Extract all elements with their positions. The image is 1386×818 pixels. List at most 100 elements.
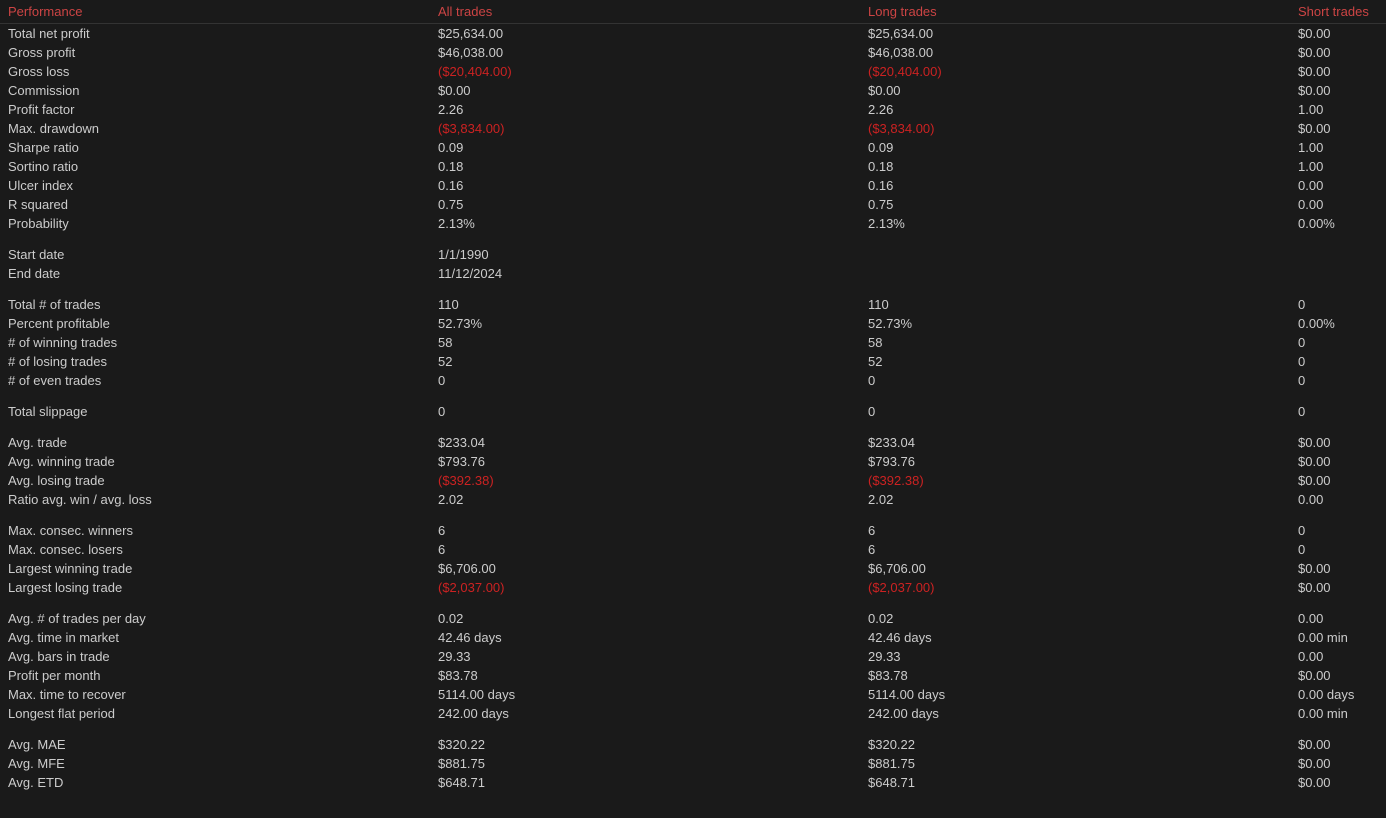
row-label: Avg. winning trade [0, 452, 430, 471]
row-short-value: 1.00 [1290, 157, 1386, 176]
table-row: Avg. losing trade($392.38)($392.38)$0.00 [0, 471, 1386, 490]
row-short-value: 1.00 [1290, 100, 1386, 119]
row-label: Commission [0, 81, 430, 100]
row-all-value: 52 [430, 352, 860, 371]
table-row: Longest flat period242.00 days242.00 day… [0, 704, 1386, 723]
row-long-value: 0.75 [860, 195, 1290, 214]
row-all-value: $25,634.00 [430, 24, 860, 44]
table-row: Avg. time in market42.46 days42.46 days0… [0, 628, 1386, 647]
row-long-value: 52 [860, 352, 1290, 371]
row-long-value: $0.00 [860, 81, 1290, 100]
table-row: Probability2.13%2.13%0.00% [0, 214, 1386, 233]
row-all-value: $233.04 [430, 433, 860, 452]
row-all-value: 0.18 [430, 157, 860, 176]
row-all-value: 242.00 days [430, 704, 860, 723]
row-short-value: 0.00 [1290, 490, 1386, 509]
row-long-value: 2.13% [860, 214, 1290, 233]
row-long-value: $648.71 [860, 773, 1290, 792]
row-short-value: $0.00 [1290, 81, 1386, 100]
row-label: Avg. trade [0, 433, 430, 452]
table-row: End date11/12/2024 [0, 264, 1386, 283]
table-row: Largest losing trade($2,037.00)($2,037.0… [0, 578, 1386, 597]
row-long-value: 2.26 [860, 100, 1290, 119]
table-row: Gross loss($20,404.00)($20,404.00)$0.00 [0, 62, 1386, 81]
spacer-row [0, 509, 1386, 521]
row-label: Largest losing trade [0, 578, 430, 597]
row-label: Max. time to recover [0, 685, 430, 704]
row-long-value: $233.04 [860, 433, 1290, 452]
spacer-row [0, 421, 1386, 433]
row-short-value: 0.00 min [1290, 628, 1386, 647]
row-label: Avg. # of trades per day [0, 609, 430, 628]
row-long-value: 0.16 [860, 176, 1290, 195]
row-short-value [1290, 264, 1386, 283]
row-short-value: $0.00 [1290, 666, 1386, 685]
row-all-value: 2.13% [430, 214, 860, 233]
table-row: R squared0.750.750.00 [0, 195, 1386, 214]
row-all-value: $648.71 [430, 773, 860, 792]
row-long-value [860, 264, 1290, 283]
row-all-value: 0 [430, 402, 860, 421]
row-long-value: $881.75 [860, 754, 1290, 773]
table-row: Avg. MFE$881.75$881.75$0.00 [0, 754, 1386, 773]
row-short-value: $0.00 [1290, 119, 1386, 138]
table-row: Avg. # of trades per day0.020.020.00 [0, 609, 1386, 628]
row-label: Gross profit [0, 43, 430, 62]
header-long-trades: Long trades [860, 0, 1290, 24]
row-short-value: $0.00 [1290, 754, 1386, 773]
table-row: Max. consec. winners660 [0, 521, 1386, 540]
row-short-value: 0 [1290, 402, 1386, 421]
row-long-value: 242.00 days [860, 704, 1290, 723]
row-label: Probability [0, 214, 430, 233]
row-label: Max. consec. losers [0, 540, 430, 559]
row-long-value: 0 [860, 402, 1290, 421]
row-short-value: 0 [1290, 521, 1386, 540]
row-long-value: $25,634.00 [860, 24, 1290, 44]
row-short-value: $0.00 [1290, 559, 1386, 578]
row-short-value: 0.00 [1290, 609, 1386, 628]
row-all-value: ($20,404.00) [430, 62, 860, 81]
row-all-value: 0 [430, 371, 860, 390]
row-all-value: $0.00 [430, 81, 860, 100]
row-all-value: ($3,834.00) [430, 119, 860, 138]
table-row: Percent profitable52.73%52.73%0.00% [0, 314, 1386, 333]
row-long-value: ($2,037.00) [860, 578, 1290, 597]
header-performance: Performance [0, 0, 430, 24]
row-long-value: $793.76 [860, 452, 1290, 471]
row-all-value: 1/1/1990 [430, 245, 860, 264]
row-short-value: $0.00 [1290, 773, 1386, 792]
row-long-value: 29.33 [860, 647, 1290, 666]
row-long-value: 0.18 [860, 157, 1290, 176]
performance-table-container: Performance All trades Long trades Short… [0, 0, 1386, 818]
row-label: # of winning trades [0, 333, 430, 352]
row-label: Ulcer index [0, 176, 430, 195]
row-short-value: 1.00 [1290, 138, 1386, 157]
row-all-value: 42.46 days [430, 628, 860, 647]
row-label: Total net profit [0, 24, 430, 44]
row-short-value: $0.00 [1290, 471, 1386, 490]
row-all-value: 0.75 [430, 195, 860, 214]
table-row: Max. consec. losers660 [0, 540, 1386, 559]
row-long-value [860, 245, 1290, 264]
row-short-value: $0.00 [1290, 24, 1386, 44]
table-row: Profit per month$83.78$83.78$0.00 [0, 666, 1386, 685]
row-long-value: 6 [860, 521, 1290, 540]
row-all-value: 0.16 [430, 176, 860, 195]
row-label: Profit per month [0, 666, 430, 685]
table-row: Ratio avg. win / avg. loss2.022.020.00 [0, 490, 1386, 509]
row-all-value: $320.22 [430, 735, 860, 754]
row-short-value: 0.00 [1290, 195, 1386, 214]
table-row: Max. time to recover5114.00 days5114.00 … [0, 685, 1386, 704]
row-label: Longest flat period [0, 704, 430, 723]
row-long-value: ($20,404.00) [860, 62, 1290, 81]
row-label: End date [0, 264, 430, 283]
table-row: Profit factor2.262.261.00 [0, 100, 1386, 119]
row-short-value: $0.00 [1290, 735, 1386, 754]
row-all-value: 0.02 [430, 609, 860, 628]
row-short-value: 0.00 days [1290, 685, 1386, 704]
spacer-row [0, 723, 1386, 735]
row-label: Avg. time in market [0, 628, 430, 647]
table-row: Avg. MAE$320.22$320.22$0.00 [0, 735, 1386, 754]
row-label: # of even trades [0, 371, 430, 390]
row-label: Percent profitable [0, 314, 430, 333]
